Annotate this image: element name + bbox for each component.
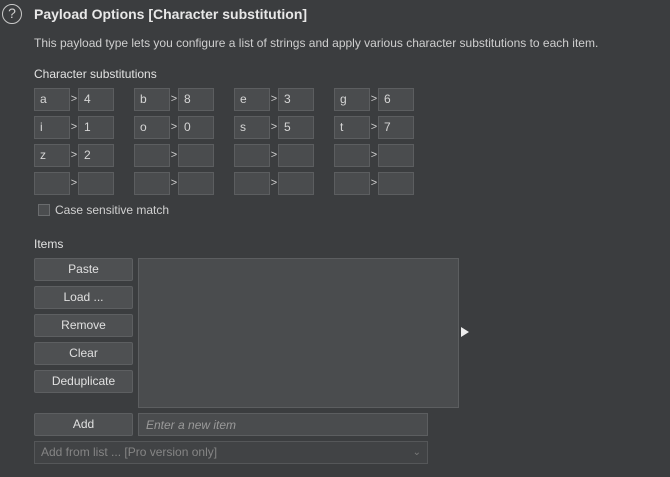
triangle-right-icon[interactable] <box>461 327 469 337</box>
substitution-from-field[interactable]: o <box>134 116 170 139</box>
load-button[interactable]: Load ... <box>34 286 133 309</box>
add-from-list-dropdown[interactable]: Add from list ... [Pro version only] ⌄ <box>34 441 428 464</box>
deduplicate-button[interactable]: Deduplicate <box>34 370 133 393</box>
add-from-list-label: Add from list ... [Pro version only] <box>41 445 218 459</box>
substitution-to-field[interactable]: 1 <box>78 116 114 139</box>
substitution-to-field[interactable] <box>178 172 214 195</box>
page-title: Payload Options [Character substitution] <box>34 6 308 22</box>
substitutions-label: Character substitutions <box>34 67 157 81</box>
substitution-to-field[interactable] <box>78 172 114 195</box>
remove-button[interactable]: Remove <box>34 314 133 337</box>
help-icon[interactable]: ? <box>2 4 22 24</box>
substitution-from-field[interactable]: z <box>34 144 70 167</box>
clear-button[interactable]: Clear <box>34 342 133 365</box>
substitution-to-field[interactable]: 6 <box>378 88 414 111</box>
substitution-from-field[interactable]: s <box>234 116 270 139</box>
chevron-down-icon: ⌄ <box>412 447 421 458</box>
substitution-to-field[interactable]: 5 <box>278 116 314 139</box>
substitution-from-field[interactable]: a <box>34 88 70 111</box>
case-sensitive-checkbox[interactable] <box>38 204 50 216</box>
add-button[interactable]: Add <box>34 413 133 436</box>
case-sensitive-label: Case sensitive match <box>55 203 170 217</box>
substitution-to-field[interactable]: 7 <box>378 116 414 139</box>
substitution-to-field[interactable]: 8 <box>178 88 214 111</box>
substitution-to-field[interactable]: 2 <box>78 144 114 167</box>
substitution-from-field[interactable] <box>234 172 270 195</box>
new-item-input[interactable] <box>138 413 428 436</box>
substitution-from-field[interactable]: i <box>34 116 70 139</box>
substitution-to-field[interactable]: 0 <box>178 116 214 139</box>
substitution-to-field[interactable]: 4 <box>78 88 114 111</box>
substitution-from-field[interactable] <box>334 172 370 195</box>
substitution-from-field[interactable] <box>334 144 370 167</box>
substitution-to-field[interactable] <box>378 172 414 195</box>
substitution-to-field[interactable] <box>378 144 414 167</box>
paste-button[interactable]: Paste <box>34 258 133 281</box>
substitution-to-field[interactable] <box>278 144 314 167</box>
page-description: This payload type lets you configure a l… <box>34 36 599 50</box>
substitution-from-field[interactable]: e <box>234 88 270 111</box>
substitution-from-field[interactable]: g <box>334 88 370 111</box>
substitution-to-field[interactable]: 3 <box>278 88 314 111</box>
substitution-to-field[interactable] <box>178 144 214 167</box>
substitution-to-field[interactable] <box>278 172 314 195</box>
substitution-from-field[interactable] <box>134 144 170 167</box>
substitution-from-field[interactable] <box>234 144 270 167</box>
items-label: Items <box>34 237 64 251</box>
substitution-from-field[interactable] <box>134 172 170 195</box>
substitution-from-field[interactable]: b <box>134 88 170 111</box>
items-list[interactable] <box>138 258 459 408</box>
substitution-from-field[interactable] <box>34 172 70 195</box>
substitution-from-field[interactable]: t <box>334 116 370 139</box>
